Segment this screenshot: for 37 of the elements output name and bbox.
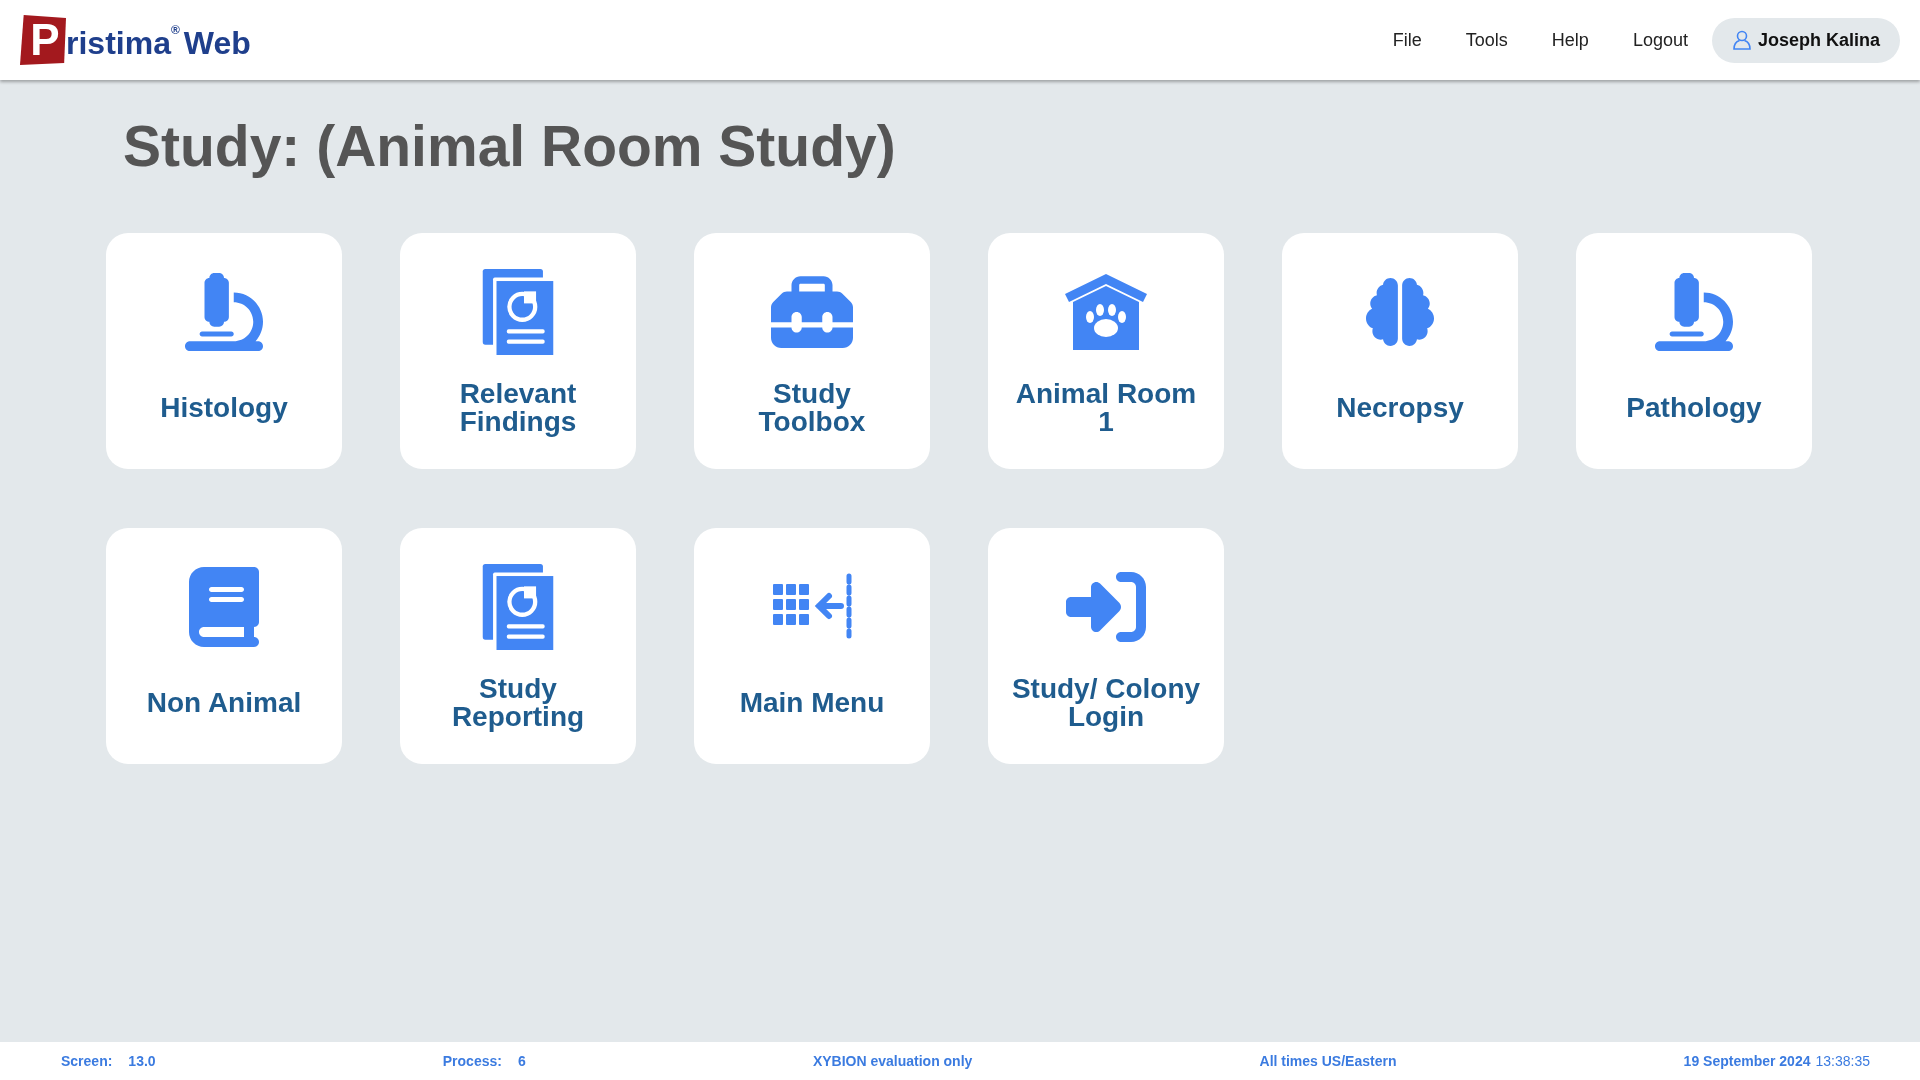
tile-label: Pathology — [1626, 394, 1762, 422]
tile-label: Necropsy — [1336, 394, 1464, 422]
module-tile[interactable]: Study/ Colony Login — [988, 528, 1224, 764]
status-value: 6 — [517, 1051, 526, 1071]
module-tile[interactable]: Study Reporting — [400, 528, 636, 764]
tile-label: Study Reporting — [450, 675, 586, 731]
tile-label: Animal Room 1 — [1014, 380, 1198, 436]
status-time: 13:38:35 — [1815, 1051, 1870, 1071]
module-tile[interactable]: Non Animal — [106, 528, 342, 764]
module-tile[interactable]: Main Menu — [694, 528, 930, 764]
status-label: Screen: — [61, 1051, 113, 1071]
menu-link[interactable]: Tools — [1443, 16, 1530, 64]
microscope-icon — [185, 273, 263, 351]
module-tile[interactable]: Relevant Findings — [400, 233, 636, 469]
status-text: All times US/Eastern — [1259, 1051, 1397, 1071]
logo: P ristima®Web — [20, 15, 251, 65]
microscope-icon — [1655, 273, 1733, 351]
tile-label: Study/ Colony Login — [1011, 675, 1201, 731]
tile-label: Main Menu — [739, 689, 885, 717]
module-tile[interactable]: Necropsy — [1282, 233, 1518, 469]
menu-link[interactable]: File — [1370, 16, 1444, 64]
tile-label: Histology — [160, 394, 288, 422]
tile-label: Study Toolbox — [757, 380, 867, 436]
tile-label: Relevant Findings — [458, 380, 578, 436]
module-tile[interactable]: Histology — [106, 233, 342, 469]
user-button[interactable]: Joseph Kalina — [1711, 17, 1900, 63]
status-text: XYBION evaluation only — [812, 1051, 973, 1071]
status-value: 13.0 — [128, 1051, 156, 1071]
user-icon — [1731, 30, 1752, 50]
menu-link[interactable]: Help — [1529, 16, 1611, 64]
module-tile[interactable]: Pathology — [1576, 233, 1812, 469]
module-tile[interactable]: Study Toolbox — [694, 233, 930, 469]
module-tile[interactable]: Animal Room 1 — [988, 233, 1224, 469]
status-date: 19 September 2024 — [1683, 1051, 1811, 1071]
menu-link[interactable]: Logout — [1610, 16, 1710, 64]
tile-label: Non Animal — [146, 689, 302, 717]
status-label: Process: — [442, 1051, 502, 1071]
